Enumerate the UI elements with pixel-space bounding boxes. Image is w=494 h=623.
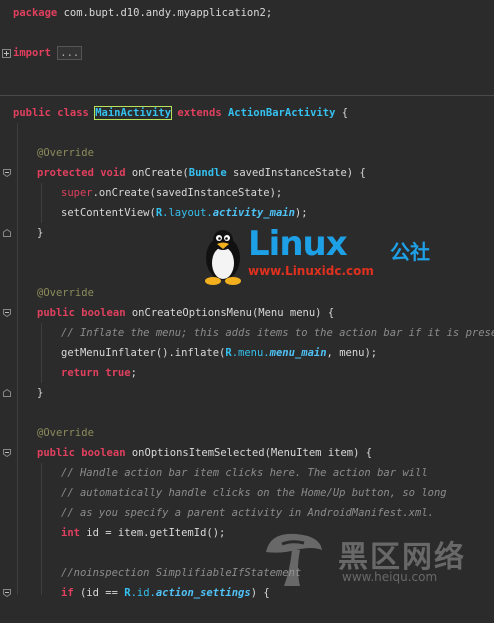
comment-text: // Handle action bar item clicks here. T… [61,467,428,479]
close-brace: } [37,227,44,239]
superclass-name[interactable]: ActionBarActivity [228,107,335,119]
method-name: onCreate( [125,167,189,179]
keyword-extends: extends [177,107,222,119]
param-type: Bundle [188,167,227,179]
code-line-annotation[interactable]: @Override [0,423,494,443]
open-brace: { [335,107,349,119]
folded-imports[interactable]: ... [57,46,83,60]
code-line-annotation[interactable]: @Override [0,143,494,163]
close-brace: } [37,387,44,399]
keyword-import: import [13,47,51,59]
call-text: setContentView( [61,207,156,219]
keyword-int: int [61,527,80,539]
code-line-package[interactable]: package com.bupt.d10.andy.myapplication2… [0,3,494,23]
method-signature: onOptionsItemSelected(MenuItem item) { [125,447,373,459]
r-field: menu_main [269,347,327,359]
heiqu-watermark: 黑区网络 www.heiqu.com [258,528,494,595]
override-annotation: @Override [37,427,94,439]
keyword-class: class [57,107,89,119]
param-rest: savedInstanceState) { [226,167,366,179]
mushroom-logo-icon [266,533,322,586]
keyword-true: true [105,367,131,379]
code-line-onoptionsitemselected[interactable]: public boolean onOptionsItemSelected(Men… [0,443,494,463]
keyword-void: void [100,167,126,179]
package-name: com.bupt.d10.andy.myapplication2; [57,7,273,19]
comment-text: // Inflate the menu; this adds items to … [61,327,494,339]
keyword-super: super [61,187,93,199]
code-line-oncreate[interactable]: protected void onCreate(Bundle savedInst… [0,163,494,183]
watermark-brand-cn: 公社 [390,240,430,264]
code-line-import[interactable]: import ... [0,43,494,63]
code-line-super-call[interactable]: super.onCreate(savedInstanceState); [0,183,494,203]
code-line-comment[interactable]: // automatically handle clicks on the Ho… [0,483,494,503]
override-annotation: @Override [37,287,94,299]
code-line-comment[interactable]: // Handle action bar item clicks here. T… [0,463,494,483]
statement-rest: id = item.getItemId(); [79,527,226,539]
keyword-public: public [37,447,75,459]
class-name[interactable]: MainActivity [94,106,173,120]
call-end: , menu); [326,347,378,359]
code-line-oncreateoptionsmenu[interactable]: public boolean onCreateOptionsMenu(Menu … [0,303,494,323]
keyword-public: public [37,307,75,319]
keyword-package: package [13,7,58,19]
condition-text: (id == [73,587,125,599]
code-line-annotation[interactable]: @Override [0,283,494,303]
watermark-brand: Linux [248,224,348,264]
keyword-protected: protected [37,167,94,179]
semicolon: ; [130,367,137,379]
code-line-class[interactable]: public class MainActivity extends Action… [0,103,494,123]
code-line-inflate[interactable]: getMenuInflater().inflate(R.menu.menu_ma… [0,343,494,363]
code-line-close[interactable]: } [0,383,494,403]
keyword-if: if [61,587,74,599]
keyword-boolean: boolean [81,307,126,319]
comment-text: // automatically handle clicks on the Ho… [61,487,447,499]
watermark-url: www.Linuxidc.com [248,264,374,278]
watermark2-url: www.heiqu.com [342,570,438,584]
r-member: .menu. [231,347,270,359]
method-separator [0,95,494,96]
method-signature: onCreateOptionsMenu(Menu menu) { [125,307,335,319]
code-line-return[interactable]: return true; [0,363,494,383]
keyword-return: return [61,367,99,379]
tux-penguin-icon [205,230,241,285]
keyword-boolean: boolean [81,447,126,459]
keyword-public: public [13,107,51,119]
r-member: .id. [130,587,156,599]
r-field: activity_main [212,207,295,219]
code-line-comment[interactable]: // Inflate the menu; this adds items to … [0,323,494,343]
override-annotation: @Override [37,147,94,159]
r-field: action_settings [155,587,251,599]
comment-text: // as you specify a parent activity in A… [61,507,434,519]
code-line-setcontentview[interactable]: setContentView(R.layout.activity_main); [0,203,494,223]
super-call-rest: .onCreate(savedInstanceState); [92,187,283,199]
call-text: getMenuInflater().inflate( [61,347,226,359]
linuxidc-watermark: Linux 公社 www.Linuxidc.com [200,224,440,286]
call-end: ); [294,207,308,219]
r-member: .layout. [162,207,213,219]
code-line-comment[interactable]: // as you specify a parent activity in A… [0,503,494,523]
